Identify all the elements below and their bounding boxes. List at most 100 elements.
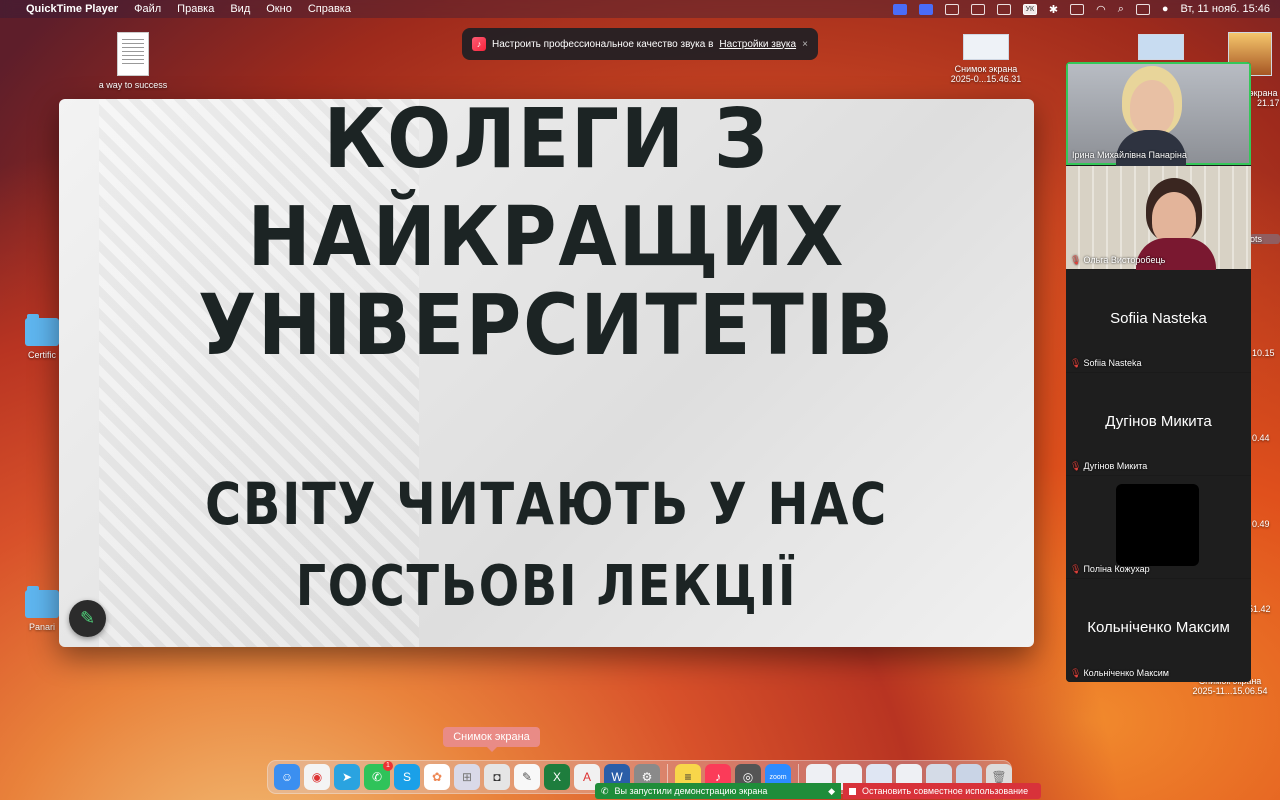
participant-tile[interactable]: 🎙 Поліна Кожухар (1066, 476, 1251, 578)
participant-name: Дугінов Микита (1083, 461, 1148, 471)
desktop-screenshot-2-date: 2025-11...15.06.54 (1192, 686, 1268, 696)
annotate-pen-button[interactable]: ✎ (69, 600, 106, 637)
stop-share-label: Остановить совместное использование (862, 786, 1029, 796)
participant-display-name: Sofiia Nasteka (1110, 310, 1207, 327)
menu-file[interactable]: Файл (134, 3, 161, 15)
finder-icon[interactable]: ☺ (274, 764, 300, 790)
photos-icon[interactable]: ✿ (424, 764, 450, 790)
menu-bar: QuickTime Player Файл Правка Вид Окно Сп… (0, 0, 1280, 18)
desktop-folder-2[interactable]: Panari (22, 586, 62, 632)
participant-video (1130, 80, 1174, 134)
mic-muted-icon: 🎙 (1070, 564, 1082, 574)
document-icon (117, 32, 149, 76)
bluetooth-icon[interactable]: ✱ (1049, 3, 1058, 16)
shield-icon: ◆ (828, 785, 835, 796)
sync-icon[interactable] (970, 3, 985, 15)
participant-name: Ірина Михайлівна Панаріна (1072, 150, 1187, 160)
app-name-menu[interactable]: QuickTime Player (26, 3, 118, 15)
participant-display-name: Кольніченко Максим (1087, 619, 1230, 636)
desktop-folder-1[interactable]: Certific (22, 314, 62, 360)
launchpad-icon[interactable]: ⊞ (454, 764, 480, 790)
desktop-screenshot-blue[interactable] (1136, 34, 1186, 64)
pen-icon: ✎ (79, 608, 96, 628)
notification-badge: 1 (383, 761, 393, 771)
clock[interactable]: Вт, 11 нояб. 15:46 (1181, 3, 1270, 15)
music-icon: ♪ (472, 37, 486, 51)
siri-icon[interactable]: ● (1162, 3, 1169, 15)
mic-muted-icon: 🎙 (1070, 461, 1082, 471)
desktop-screenshot-1-date: 2025-0...15.46.31 (950, 74, 1022, 84)
desktop-folder-1-label: Certific (27, 350, 56, 360)
participant-name-row: 🎙 Дугінов Микита (1070, 461, 1147, 472)
whatsapp-icon[interactable]: ✆ 1 (364, 761, 393, 790)
excel-icon[interactable]: X (544, 764, 570, 790)
screen-share-icon[interactable] (892, 3, 907, 15)
participant-tile[interactable]: Дугінов Микита 🎙 Дугінов Микита (1066, 373, 1251, 475)
stop-icon (849, 787, 856, 795)
play-icon[interactable] (996, 3, 1011, 15)
menu-window[interactable]: Окно (266, 3, 292, 15)
banner-text: Настроить профессиональное качество звук… (492, 38, 714, 50)
phone-icon: ✆ (601, 785, 609, 796)
search-icon[interactable]: ⌕ (1118, 3, 1124, 16)
screenshot-thumb-icon (963, 34, 1009, 60)
sound-settings-link[interactable]: Настройки звука (719, 39, 796, 50)
desktop-right-label: 0.44 (1252, 433, 1270, 443)
mic-muted-icon: 🎙 (1070, 358, 1082, 368)
desktop-right-label: экрана (1249, 88, 1278, 98)
keyboard-layout[interactable]: УК (1022, 3, 1037, 15)
participant-tile[interactable]: Sofiia Nasteka 🎙 Sofiia Nasteka (1066, 270, 1251, 372)
participant-tile[interactable]: 🎙 Ольга Висторобець (1066, 166, 1251, 272)
desktop-screenshot-1[interactable]: Снимок экрана 2025-0...15.46.31 (940, 34, 1032, 84)
mic-muted-icon: 🎙 (1070, 668, 1082, 678)
participant-name: Sofiia Nasteka (1083, 358, 1142, 368)
mic-muted-icon: 🎙 (1070, 255, 1082, 265)
desktop-doc-label: a way to success (98, 80, 168, 90)
desktop-right-label: ots (1250, 234, 1280, 244)
desktop-screenshot-1-label: Снимок экрана (954, 64, 1018, 74)
participant-name-row: 🎙 Ольга Висторобець (1070, 255, 1165, 266)
desktop-right-label: 21.17 (1257, 98, 1280, 108)
chrome-icon[interactable]: ◉ (304, 764, 330, 790)
participant-tile[interactable]: Кольніченко Максим 🎙 Кольніченко Максим (1066, 579, 1251, 682)
slide-line-2: НАЙКРАЩИХ (247, 190, 846, 285)
status-area: УК ✱ ◠ ⌕ ● Вт, 11 нояб. 15:46 (892, 3, 1270, 16)
slide-line-4: СВІТУ ЧИТАЮТЬ У НАС (204, 470, 889, 538)
delivery-icon[interactable] (944, 3, 959, 15)
telegram-icon[interactable]: ➤ (334, 764, 360, 790)
skype-icon[interactable]: S (394, 764, 420, 790)
participant-tile[interactable]: Ірина Михайлівна Панаріна (1066, 62, 1251, 170)
participant-name: Кольніченко Максим (1083, 668, 1169, 678)
screenshot-icon[interactable]: ◘ (484, 764, 510, 790)
stop-share-button[interactable]: Остановить совместное использование (843, 783, 1041, 799)
participant-video (1152, 192, 1196, 244)
wifi-icon[interactable]: ◠ (1096, 3, 1106, 16)
participant-display-name: Дугінов Микита (1105, 413, 1212, 430)
desktop-doc[interactable]: a way to success (88, 32, 178, 90)
participant-name-row: 🎙 Кольніченко Максим (1070, 668, 1169, 679)
participant-name-row: 🎙 Поліна Кожухар (1070, 564, 1150, 575)
screenshot-thumb-icon (1138, 34, 1184, 60)
folder-icon (25, 586, 59, 618)
participant-name: Поліна Кожухар (1083, 564, 1150, 574)
slide-line-5: ГОСТЬОВІ ЛЕКЦІЇ (295, 554, 798, 619)
participant-avatar (1116, 484, 1199, 566)
participant-name: Ольга Висторобець (1083, 255, 1166, 265)
desktop-right-label: 51.42 (1248, 604, 1271, 614)
battery-icon[interactable] (1070, 3, 1085, 15)
sound-quality-banner: ♪ Настроить профессиональное качество зв… (462, 28, 818, 60)
slide-line-1: КОЛЕГИ З (323, 99, 770, 187)
participant-name-row: 🎙 Sofiia Nasteka (1070, 358, 1141, 369)
participants-panel: Ірина Михайлівна Панаріна 🎙 Ольга Висторо… (1066, 62, 1251, 682)
slide-line-3: УНІВЕРСИТЕТІВ (197, 276, 896, 374)
textedit-icon[interactable]: ✎ (514, 764, 540, 790)
folder-icon (25, 314, 59, 346)
control-center-icon[interactable] (1135, 3, 1150, 15)
menu-view[interactable]: Вид (230, 3, 250, 15)
close-icon[interactable]: × (802, 39, 808, 50)
menu-edit[interactable]: Правка (177, 3, 214, 15)
share-status-text: Вы запустили демонстрацию экрана (614, 786, 768, 796)
zoom-status-icon[interactable] (918, 3, 933, 15)
menu-help[interactable]: Справка (308, 3, 351, 15)
desktop-folder-2-label: Panari (28, 622, 55, 632)
